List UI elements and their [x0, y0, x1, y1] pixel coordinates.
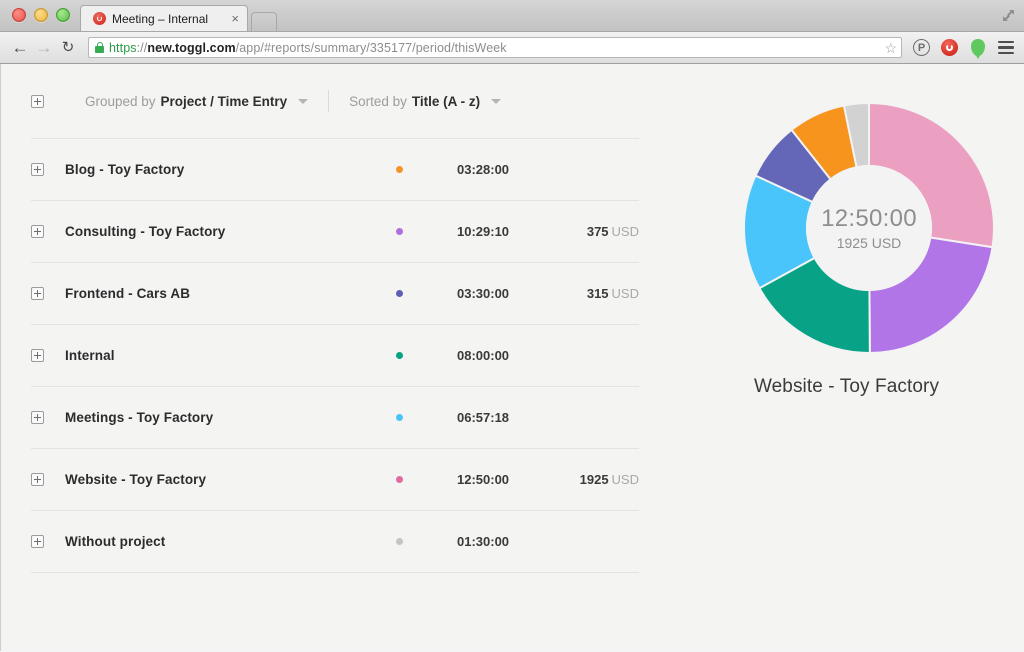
back-button[interactable]: ← — [8, 36, 32, 60]
expand-row-icon[interactable] — [31, 535, 44, 548]
table-row[interactable]: Meetings - Toy Factory 06:57:18 — [31, 387, 639, 448]
row-project-title: Internal — [65, 348, 115, 363]
project-color-dot — [396, 476, 403, 483]
url-host: new.toggl.com — [147, 40, 236, 55]
donut-total-amount: 1925 USD — [836, 235, 902, 252]
donut-chart-pane: 12:50:00 1925 USD Website - Toy Factory — [669, 64, 1024, 651]
tab-strip: Meeting – Internal × — [0, 0, 1024, 32]
url-separator: :// — [136, 40, 148, 55]
browser-toolbar: ← → ↻ https://new.toggl.com/app/#reports… — [0, 32, 1024, 64]
row-amount-currency: USD — [611, 286, 639, 301]
row-project-title: Meetings - Toy Factory — [65, 410, 214, 425]
row-amount-currency: USD — [611, 224, 639, 239]
new-tab-button[interactable] — [251, 12, 277, 31]
row-duration: 01:30:00 — [457, 534, 510, 549]
project-color-dot — [396, 290, 403, 297]
extension-icons: P — [908, 37, 1016, 59]
row-project-title: Website - Toy Factory — [65, 472, 207, 487]
summary-rows: Blog - Toy Factory 03:28:00 Consulting - T… — [1, 138, 669, 573]
reload-button[interactable]: ↻ — [56, 36, 80, 60]
project-color-dot — [396, 228, 403, 235]
minimize-window-button[interactable] — [34, 8, 48, 22]
row-amount-value: 1925 — [579, 472, 609, 487]
address-bar[interactable]: https://new.toggl.com/app/#reports/summa… — [88, 37, 902, 58]
tab-title: Meeting – Internal — [112, 11, 209, 26]
toggl-extension-icon[interactable] — [939, 37, 960, 58]
donut-center: 12:50:00 1925 USD — [806, 165, 932, 291]
url-path: /app/#reports/summary/335177/period/this… — [235, 40, 507, 55]
expand-row-icon[interactable] — [31, 287, 44, 300]
expand-row-icon[interactable] — [31, 473, 44, 486]
page-content: Grouped by Project / Time Entry Sorted b… — [0, 64, 1024, 651]
row-duration: 03:30:00 — [457, 286, 510, 301]
close-tab-icon[interactable]: × — [231, 12, 239, 25]
browser-window: Meeting – Internal × ← → ↻ https://new.t… — [0, 0, 1024, 652]
row-project-title: Consulting - Toy Factory — [65, 224, 226, 239]
toggl-icon-glyph — [941, 39, 958, 56]
toggl-favicon — [93, 12, 106, 25]
pocket-icon-glyph: P — [913, 39, 930, 56]
url-scheme: https — [109, 40, 137, 55]
summary-list-pane: Grouped by Project / Time Entry Sorted b… — [1, 64, 669, 651]
sorted-by-dropdown[interactable]: Sorted by Title (A - z) — [328, 90, 521, 112]
donut-chart[interactable]: 12:50:00 1925 USD — [743, 101, 995, 355]
row-project-title: Blog - Toy Factory — [65, 162, 185, 177]
menu-icon — [997, 40, 1014, 55]
location-pin-icon[interactable] — [967, 37, 988, 59]
bookmark-star-icon[interactable]: ☆ — [884, 41, 897, 55]
expand-row-icon[interactable] — [31, 411, 44, 424]
maximize-window-button[interactable] — [56, 8, 70, 22]
donut-total-duration: 12:50:00 — [821, 204, 917, 232]
grouped-by-value: Project / Time Entry — [160, 93, 288, 109]
table-row[interactable]: Website - Toy Factory 12:50:00 1925 USD — [31, 449, 639, 510]
table-row[interactable]: Frontend - Cars AB 03:30:00 315 USD — [31, 263, 639, 324]
row-duration: 06:57:18 — [457, 410, 510, 425]
row-project-title: Frontend - Cars AB — [65, 286, 191, 301]
expand-row-icon[interactable] — [31, 349, 44, 362]
expand-row-icon[interactable] — [31, 163, 44, 176]
window-traffic-lights — [8, 0, 76, 31]
donut-chart-caption: Website - Toy Factory — [753, 376, 940, 397]
row-project-title: Without project — [65, 534, 166, 549]
row-amount: 375 USD — [543, 224, 639, 239]
table-row[interactable]: Consulting - Toy Factory 10:29:10 375 USD — [31, 201, 639, 262]
url-text: https://new.toggl.com/app/#reports/summa… — [109, 41, 878, 55]
forward-button[interactable]: → — [32, 36, 56, 60]
table-row[interactable]: Internal 08:00:00 — [31, 325, 639, 386]
pocket-extension-icon[interactable]: P — [911, 37, 932, 58]
row-amount: 1925 USD — [543, 472, 639, 487]
chevron-down-icon — [298, 98, 309, 104]
project-color-dot — [396, 414, 403, 421]
report-filter-bar: Grouped by Project / Time Entry Sorted b… — [1, 64, 669, 138]
chevron-down-icon — [491, 98, 502, 104]
project-color-dot — [396, 352, 403, 359]
table-row[interactable]: Without project 01:30:00 — [31, 511, 639, 572]
grouped-by-label: Grouped by — [85, 93, 156, 109]
row-amount-value: 375 — [586, 224, 609, 239]
row-duration: 12:50:00 — [457, 472, 510, 487]
project-color-dot — [396, 538, 403, 545]
row-amount: 315 USD — [543, 286, 639, 301]
close-window-button[interactable] — [12, 8, 26, 22]
sorted-by-label: Sorted by — [349, 93, 407, 109]
grouped-by-dropdown[interactable]: Grouped by Project / Time Entry — [65, 90, 328, 112]
lock-icon — [95, 42, 104, 53]
browser-tab[interactable]: Meeting – Internal × — [80, 5, 248, 31]
row-duration: 08:00:00 — [457, 348, 510, 363]
expand-row-icon[interactable] — [31, 225, 44, 238]
row-amount-currency: USD — [611, 472, 639, 487]
sorted-by-value: Title (A - z) — [411, 93, 481, 109]
pin-icon-glyph — [970, 39, 985, 59]
table-row[interactable]: Blog - Toy Factory 03:28:00 — [31, 139, 639, 200]
row-separator — [31, 572, 639, 573]
row-duration: 03:28:00 — [457, 162, 510, 177]
project-color-dot — [396, 166, 403, 173]
browser-menu-button[interactable] — [995, 37, 1016, 58]
expand-all-icon[interactable] — [31, 94, 44, 108]
row-amount-value: 315 — [586, 286, 609, 301]
row-duration: 10:29:10 — [457, 224, 510, 239]
fullscreen-arrows-icon[interactable] — [998, 5, 1018, 25]
